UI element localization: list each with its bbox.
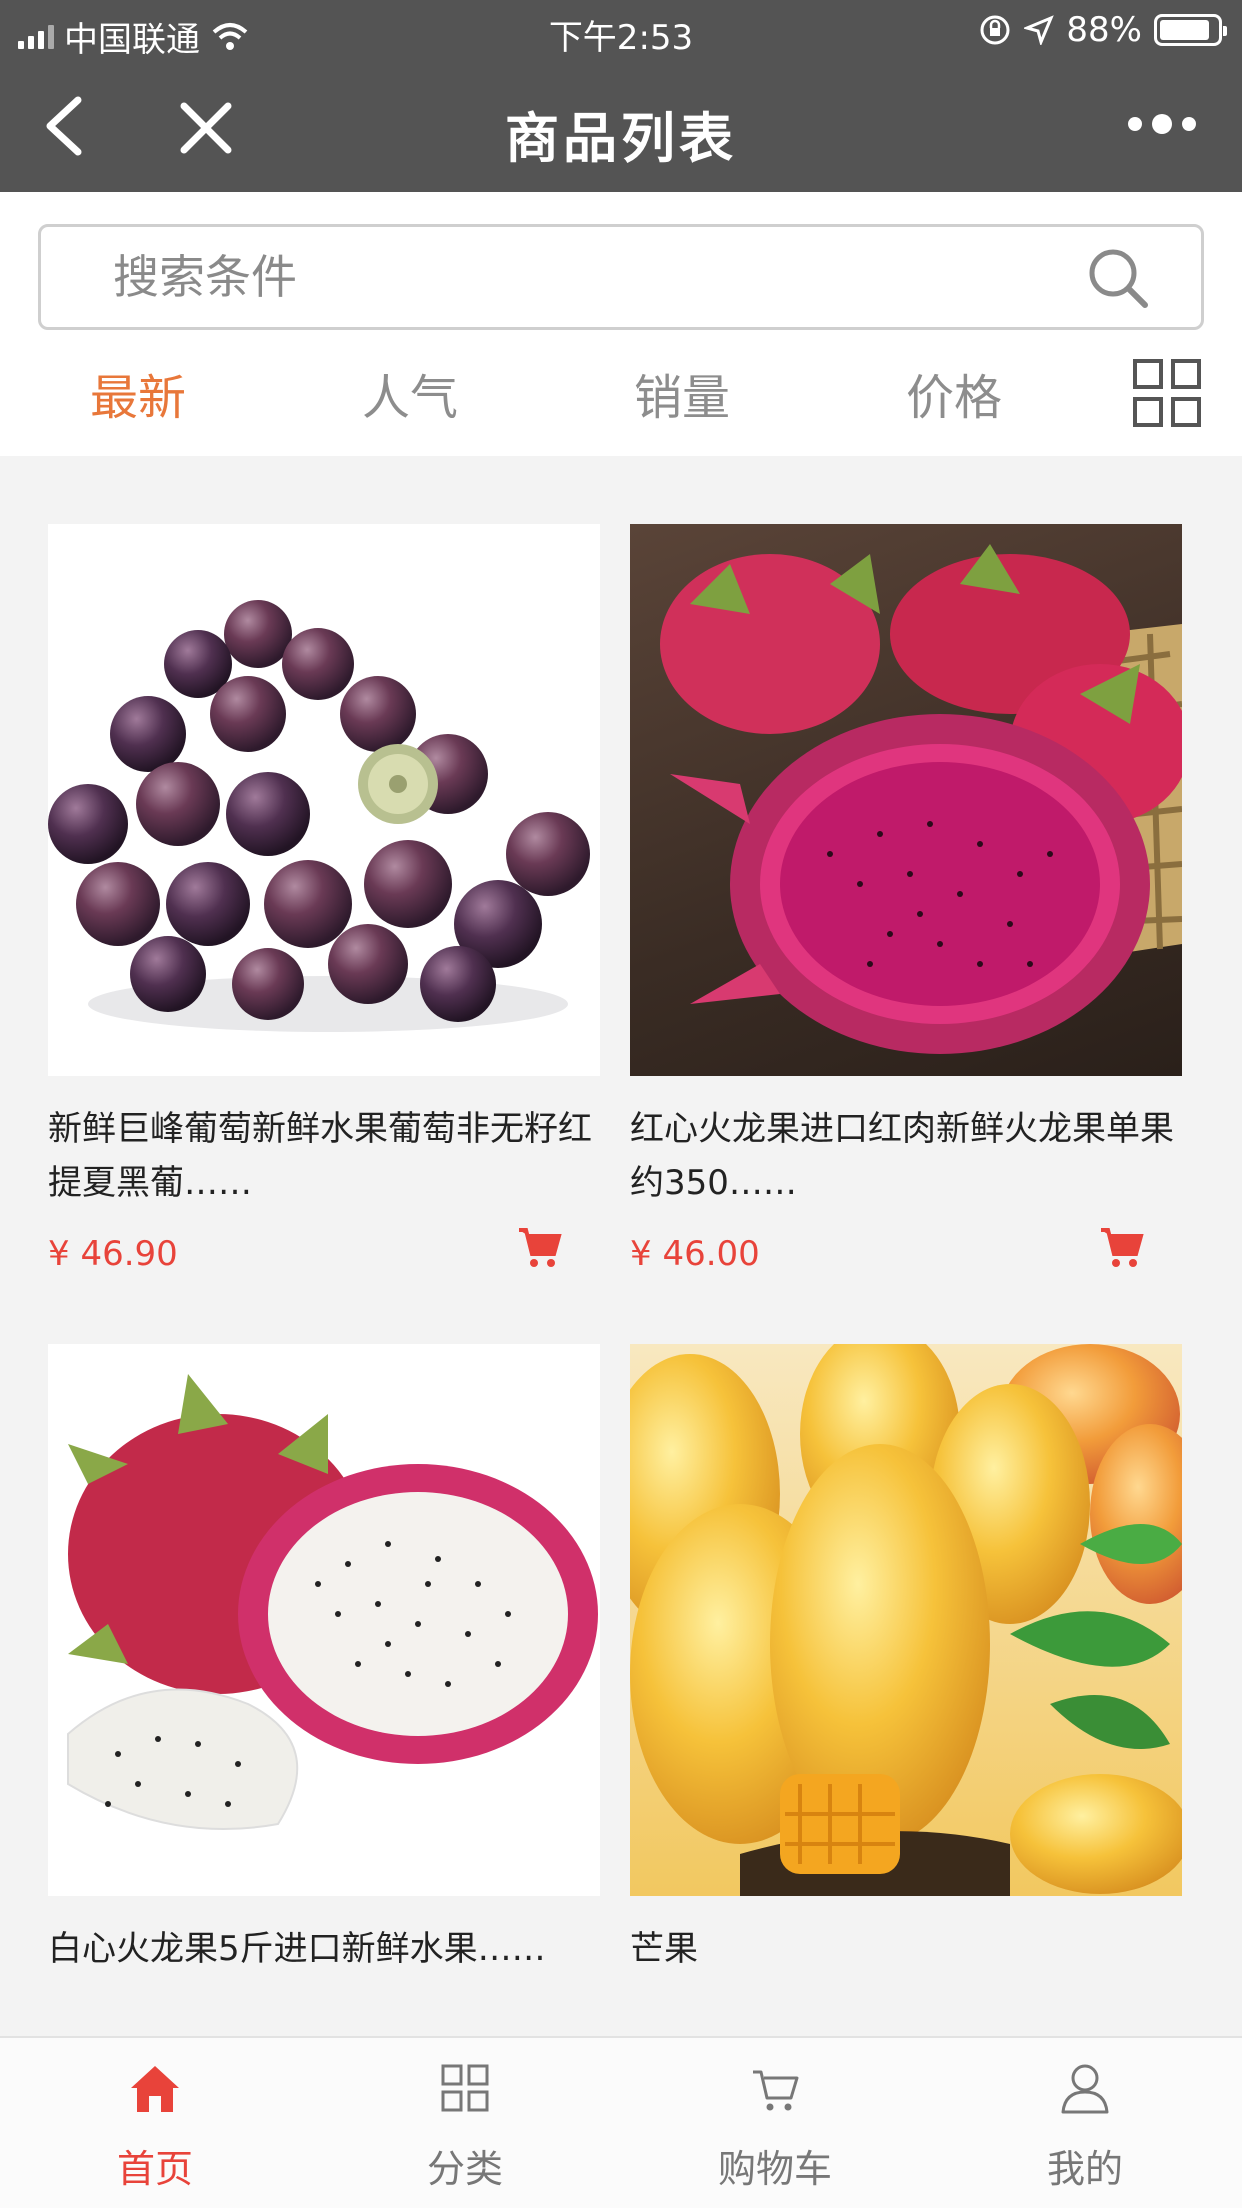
- sort-tabs: 最新 人气 销量 价格: [0, 340, 1242, 450]
- cart-icon: [753, 2070, 799, 2111]
- product-price: ¥ 46.90: [48, 1234, 178, 1274]
- product-card[interactable]: 白心火龙果5斤进口新鲜水果……: [48, 1344, 600, 1969]
- product-image-red-dragon-fruit[interactable]: [630, 524, 1182, 1076]
- status-bar: 中国联通 下午2:53 88%: [0, 0, 1242, 62]
- nav-bar: 商品列表: [0, 62, 1242, 192]
- tab-popularity[interactable]: 人气: [362, 358, 458, 428]
- product-price: ¥ 46.00: [630, 1234, 760, 1274]
- bottom-tab-bar: 首页 分类 购物车 我的: [0, 2036, 1242, 2208]
- tabbar-label: 购物车: [717, 2147, 832, 2191]
- tabbar-label: 我的: [1046, 2147, 1123, 2191]
- product-name[interactable]: 红心火龙果进口红肉新鲜火龙果单果约350……: [630, 1102, 1190, 1210]
- page-title: 商品列表: [505, 107, 737, 170]
- location-arrow-icon: [1024, 15, 1055, 45]
- add-to-cart-icon[interactable]: [516, 1224, 562, 1270]
- product-grid: 新鲜巨峰葡萄新鲜水果葡萄非无籽红提夏黑葡…… ¥ 46.90 红心火龙果进口红肉…: [0, 456, 1242, 2036]
- search-icon[interactable]: [1085, 245, 1151, 311]
- tabbar-label: 首页: [116, 2147, 193, 2191]
- grid-view-icon[interactable]: [1132, 358, 1202, 428]
- battery-icon: [1154, 14, 1227, 46]
- category-grid-icon: [441, 2064, 489, 2112]
- product-name[interactable]: 白心火龙果5斤进口新鲜水果……: [48, 1922, 608, 1976]
- user-icon: [1061, 2064, 1109, 2114]
- search-input[interactable]: [113, 247, 1013, 307]
- tabbar-label: 分类: [426, 2147, 503, 2191]
- battery-percent: 88%: [1066, 10, 1142, 50]
- home-icon: [131, 2066, 179, 2112]
- add-to-cart-icon[interactable]: [1098, 1224, 1144, 1270]
- product-name[interactable]: 新鲜巨峰葡萄新鲜水果葡萄非无籽红提夏黑葡……: [48, 1102, 608, 1210]
- product-name[interactable]: 芒果: [630, 1922, 1190, 1976]
- tabbar-item-me[interactable]: 我的: [930, 2038, 1240, 2208]
- product-image-grapes[interactable]: [48, 524, 600, 1076]
- product-card[interactable]: 红心火龙果进口红肉新鲜火龙果单果约350…… ¥ 46.00: [630, 524, 1182, 1274]
- search-box[interactable]: [38, 224, 1204, 330]
- product-image-white-dragon-fruit[interactable]: [48, 1344, 600, 1896]
- tab-newest[interactable]: 最新: [90, 358, 186, 428]
- product-card[interactable]: 芒果: [630, 1344, 1182, 1969]
- battery-level: [1160, 20, 1210, 40]
- tab-price[interactable]: 价格: [906, 358, 1002, 428]
- tabbar-item-home[interactable]: 首页: [0, 2038, 310, 2208]
- more-dots-icon[interactable]: [1128, 114, 1196, 134]
- tab-sales[interactable]: 销量: [634, 358, 730, 428]
- rotation-lock-icon: [980, 15, 1010, 45]
- tabbar-item-category[interactable]: 分类: [310, 2038, 620, 2208]
- product-image-mango[interactable]: [630, 1344, 1182, 1896]
- tabbar-item-cart[interactable]: 购物车: [620, 2038, 930, 2208]
- product-card[interactable]: 新鲜巨峰葡萄新鲜水果葡萄非无籽红提夏黑葡…… ¥ 46.90: [48, 524, 600, 1274]
- search-and-sort-panel: 最新 人气 销量 价格: [0, 192, 1242, 456]
